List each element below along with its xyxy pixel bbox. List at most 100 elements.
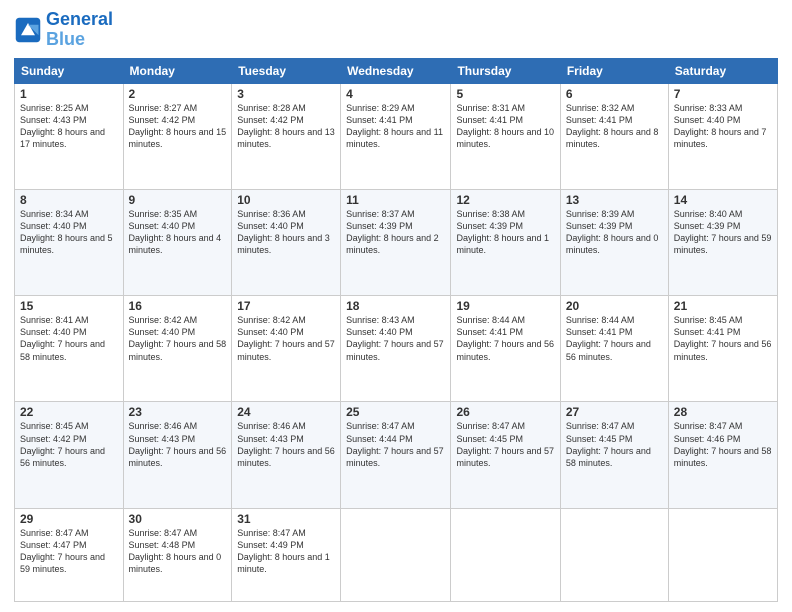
day-number: 5	[456, 87, 554, 101]
logo-text: General Blue	[46, 10, 113, 50]
day-number: 17	[237, 299, 335, 313]
calendar-cell: 28 Sunrise: 8:47 AMSunset: 4:46 PMDayligh…	[668, 402, 777, 508]
cell-info: Sunrise: 8:45 AMSunset: 4:41 PMDaylight:…	[674, 315, 772, 361]
cell-info: Sunrise: 8:41 AMSunset: 4:40 PMDaylight:…	[20, 315, 105, 361]
calendar-cell: 8Sunrise: 8:34 AMSunset: 4:40 PMDaylight…	[15, 189, 124, 295]
cell-info: Sunrise: 8:44 AMSunset: 4:41 PMDaylight:…	[566, 315, 651, 361]
col-header-saturday: Saturday	[668, 58, 777, 83]
cell-info: Sunrise: 8:40 AMSunset: 4:39 PMDaylight:…	[674, 209, 772, 255]
calendar-cell: 20Sunrise: 8:44 AMSunset: 4:41 PMDayligh…	[560, 296, 668, 402]
calendar-cell: 26 Sunrise: 8:47 AMSunset: 4:45 PMDayligh…	[451, 402, 560, 508]
calendar-cell: 24 Sunrise: 8:46 AMSunset: 4:43 PMDayligh…	[232, 402, 341, 508]
day-number: 27	[566, 405, 663, 419]
cell-info: Sunrise: 8:47 AMSunset: 4:44 PMDaylight:…	[346, 421, 444, 467]
cell-info: Sunrise: 8:36 AMSunset: 4:40 PMDaylight:…	[237, 209, 330, 255]
calendar-cell: 22 Sunrise: 8:45 AMSunset: 4:42 PMDayligh…	[15, 402, 124, 508]
calendar-cell: 25 Sunrise: 8:47 AMSunset: 4:44 PMDayligh…	[341, 402, 451, 508]
cell-info: Sunrise: 8:45 AMSunset: 4:42 PMDaylight:…	[20, 421, 105, 467]
cell-info: Sunrise: 8:29 AMSunset: 4:41 PMDaylight:…	[346, 103, 443, 149]
cell-info: Sunrise: 8:47 AMSunset: 4:46 PMDaylight:…	[674, 421, 772, 467]
cell-info: Sunrise: 8:39 AMSunset: 4:39 PMDaylight:…	[566, 209, 659, 255]
col-header-wednesday: Wednesday	[341, 58, 451, 83]
col-header-friday: Friday	[560, 58, 668, 83]
day-number: 22	[20, 405, 118, 419]
calendar-cell	[451, 508, 560, 601]
day-number: 25	[346, 405, 445, 419]
calendar-cell: 4 Sunrise: 8:29 AMSunset: 4:41 PMDaylight…	[341, 83, 451, 189]
calendar-cell: 12Sunrise: 8:38 AMSunset: 4:39 PMDayligh…	[451, 189, 560, 295]
calendar-cell: 15 Sunrise: 8:41 AMSunset: 4:40 PMDayligh…	[15, 296, 124, 402]
col-header-thursday: Thursday	[451, 58, 560, 83]
calendar-cell: 16 Sunrise: 8:42 AMSunset: 4:40 PMDayligh…	[123, 296, 232, 402]
cell-info: Sunrise: 8:47 AMSunset: 4:49 PMDaylight:…	[237, 528, 330, 574]
day-number: 10	[237, 193, 335, 207]
day-number: 26	[456, 405, 554, 419]
cell-info: Sunrise: 8:34 AMSunset: 4:40 PMDaylight:…	[20, 209, 113, 255]
day-number: 30	[129, 512, 227, 526]
day-number: 19	[456, 299, 554, 313]
logo-icon	[14, 16, 42, 44]
day-number: 31	[237, 512, 335, 526]
cell-info: Sunrise: 8:42 AMSunset: 4:40 PMDaylight:…	[129, 315, 227, 361]
calendar-cell: 6Sunrise: 8:32 AMSunset: 4:41 PMDaylight…	[560, 83, 668, 189]
day-number: 29	[20, 512, 118, 526]
calendar-cell	[668, 508, 777, 601]
calendar-cell: 30 Sunrise: 8:47 AMSunset: 4:48 PMDayligh…	[123, 508, 232, 601]
day-number: 2	[129, 87, 227, 101]
cell-info: Sunrise: 8:27 AMSunset: 4:42 PMDaylight:…	[129, 103, 227, 149]
calendar-cell: 17 Sunrise: 8:42 AMSunset: 4:40 PMDayligh…	[232, 296, 341, 402]
header-row: SundayMondayTuesdayWednesdayThursdayFrid…	[15, 58, 778, 83]
cell-info: Sunrise: 8:46 AMSunset: 4:43 PMDaylight:…	[237, 421, 335, 467]
day-number: 7	[674, 87, 772, 101]
calendar-cell: 29Sunrise: 8:47 AMSunset: 4:47 PMDayligh…	[15, 508, 124, 601]
day-number: 13	[566, 193, 663, 207]
cell-info: Sunrise: 8:46 AMSunset: 4:43 PMDaylight:…	[129, 421, 227, 467]
cell-info: Sunrise: 8:44 AMSunset: 4:41 PMDaylight:…	[456, 315, 554, 361]
calendar-cell: 21 Sunrise: 8:45 AMSunset: 4:41 PMDayligh…	[668, 296, 777, 402]
calendar-cell: 31 Sunrise: 8:47 AMSunset: 4:49 PMDayligh…	[232, 508, 341, 601]
day-number: 23	[129, 405, 227, 419]
cell-info: Sunrise: 8:47 AMSunset: 4:48 PMDaylight:…	[129, 528, 222, 574]
week-row-3: 15 Sunrise: 8:41 AMSunset: 4:40 PMDayligh…	[15, 296, 778, 402]
day-number: 11	[346, 193, 445, 207]
cell-info: Sunrise: 8:35 AMSunset: 4:40 PMDaylight:…	[129, 209, 222, 255]
day-number: 4	[346, 87, 445, 101]
day-number: 6	[566, 87, 663, 101]
calendar-cell: 23 Sunrise: 8:46 AMSunset: 4:43 PMDayligh…	[123, 402, 232, 508]
header: General Blue	[14, 10, 778, 50]
day-number: 24	[237, 405, 335, 419]
week-row-5: 29Sunrise: 8:47 AMSunset: 4:47 PMDayligh…	[15, 508, 778, 601]
day-number: 28	[674, 405, 772, 419]
calendar-table: SundayMondayTuesdayWednesdayThursdayFrid…	[14, 58, 778, 602]
calendar-cell: 9 Sunrise: 8:35 AMSunset: 4:40 PMDaylight…	[123, 189, 232, 295]
cell-info: Sunrise: 8:43 AMSunset: 4:40 PMDaylight:…	[346, 315, 444, 361]
day-number: 3	[237, 87, 335, 101]
calendar-cell	[341, 508, 451, 601]
day-number: 14	[674, 193, 772, 207]
cell-info: Sunrise: 8:25 AMSunset: 4:43 PMDaylight:…	[20, 103, 105, 149]
cell-info: Sunrise: 8:47 AMSunset: 4:45 PMDaylight:…	[566, 421, 651, 467]
logo: General Blue	[14, 10, 113, 50]
calendar-cell: 13 Sunrise: 8:39 AMSunset: 4:39 PMDayligh…	[560, 189, 668, 295]
day-number: 12	[456, 193, 554, 207]
cell-info: Sunrise: 8:42 AMSunset: 4:40 PMDaylight:…	[237, 315, 335, 361]
calendar-cell: 7 Sunrise: 8:33 AMSunset: 4:40 PMDaylight…	[668, 83, 777, 189]
week-row-1: 1Sunrise: 8:25 AMSunset: 4:43 PMDaylight…	[15, 83, 778, 189]
calendar-cell: 1Sunrise: 8:25 AMSunset: 4:43 PMDaylight…	[15, 83, 124, 189]
calendar-cell: 3 Sunrise: 8:28 AMSunset: 4:42 PMDaylight…	[232, 83, 341, 189]
calendar-cell: 10 Sunrise: 8:36 AMSunset: 4:40 PMDayligh…	[232, 189, 341, 295]
week-row-2: 8Sunrise: 8:34 AMSunset: 4:40 PMDaylight…	[15, 189, 778, 295]
week-row-4: 22 Sunrise: 8:45 AMSunset: 4:42 PMDayligh…	[15, 402, 778, 508]
calendar-cell	[560, 508, 668, 601]
day-number: 16	[129, 299, 227, 313]
day-number: 15	[20, 299, 118, 313]
cell-info: Sunrise: 8:47 AMSunset: 4:45 PMDaylight:…	[456, 421, 554, 467]
page: General Blue SundayMondayTuesdayWednesda…	[0, 0, 792, 612]
day-number: 21	[674, 299, 772, 313]
calendar-cell: 18Sunrise: 8:43 AMSunset: 4:40 PMDayligh…	[341, 296, 451, 402]
col-header-tuesday: Tuesday	[232, 58, 341, 83]
cell-info: Sunrise: 8:33 AMSunset: 4:40 PMDaylight:…	[674, 103, 767, 149]
cell-info: Sunrise: 8:28 AMSunset: 4:42 PMDaylight:…	[237, 103, 335, 149]
col-header-monday: Monday	[123, 58, 232, 83]
day-number: 9	[129, 193, 227, 207]
